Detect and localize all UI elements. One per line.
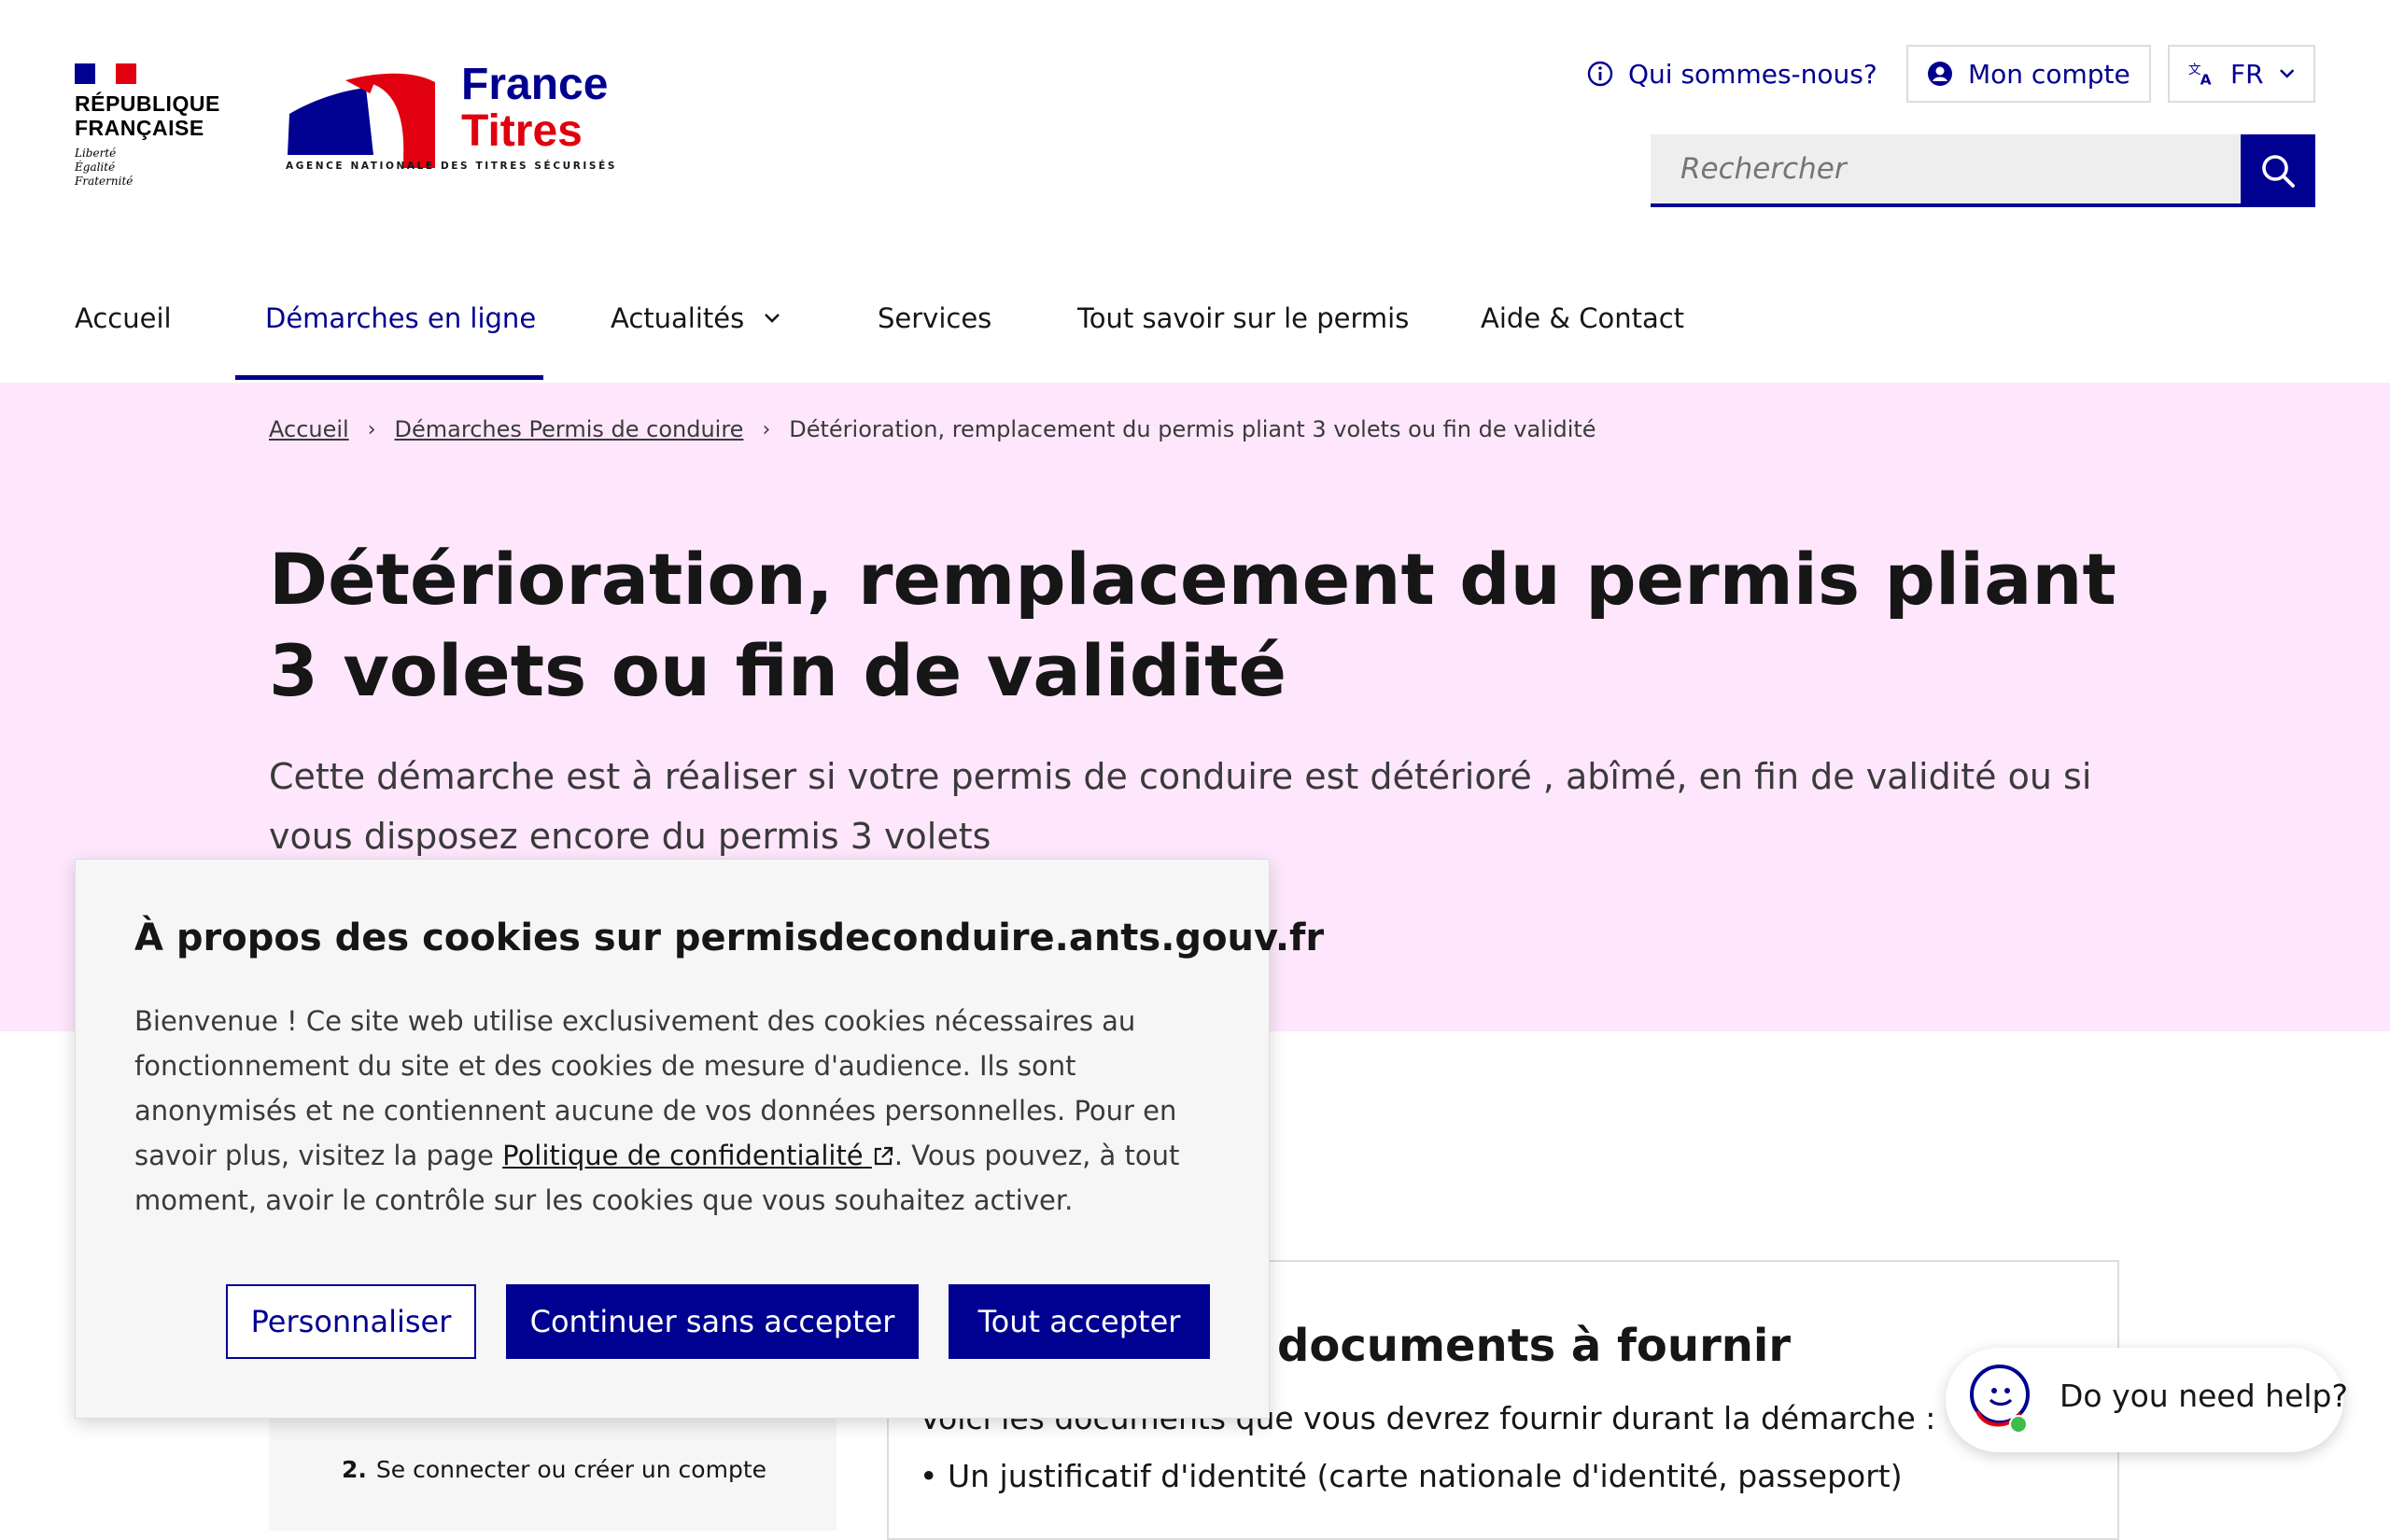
customize-cookies-button[interactable]: Personnaliser <box>226 1284 476 1359</box>
step-number: 2. <box>342 1456 367 1483</box>
republic-motto: Liberté Égalité Fraternité <box>75 147 133 189</box>
nav-item-services[interactable]: Services <box>878 254 991 383</box>
documents-list-item: • Un justificatif d'identité (carte nati… <box>920 1458 1903 1494</box>
republique-francaise-logo[interactable]: RÉPUBLIQUE FRANÇAISE <box>75 91 220 140</box>
motto-liberte: Liberté <box>75 147 117 160</box>
brand-line-titres: Titres <box>461 106 583 156</box>
search-field <box>1651 134 2315 207</box>
about-link[interactable]: Qui sommes-nous? <box>1587 45 1877 103</box>
search-icon <box>2262 155 2295 188</box>
info-icon <box>1587 61 1613 87</box>
continue-without-accepting-button[interactable]: Continuer sans accepter <box>506 1284 919 1359</box>
nav-item-actualites[interactable]: Actualités <box>611 254 781 383</box>
francaise-line: FRANÇAISE <box>75 116 204 140</box>
nav-item-tout-savoir[interactable]: Tout savoir sur le permis <box>1077 254 1409 383</box>
marianne-logo-icon <box>75 63 136 84</box>
breadcrumb-current: Détérioration, remplacement du permis pl… <box>789 416 1596 442</box>
page-title: Détérioration, remplacement du permis pl… <box>269 538 2116 712</box>
documents-list-item-label: Un justificatif d'identité (carte nation… <box>947 1458 1903 1494</box>
agency-tagline: AGENCE NATIONALE DES TITRES SÉCURISÉS <box>286 161 618 172</box>
user-icon <box>1928 62 1952 86</box>
language-selector-label: FR <box>2230 58 2264 90</box>
chevron-right-icon: › <box>762 417 771 441</box>
account-button-label: Mon compte <box>1968 58 2130 90</box>
search-input[interactable] <box>1651 134 2222 203</box>
nav-item-aide-contact[interactable]: Aide & Contact <box>1481 254 1684 383</box>
step-item[interactable]: 2. Se connecter ou créer un compte <box>342 1456 766 1483</box>
translate-icon: 文 A <box>2188 63 2212 87</box>
language-selector[interactable]: 文 A FR <box>2168 45 2315 103</box>
chevron-down-icon <box>2279 69 2294 78</box>
search-button[interactable] <box>2241 134 2315 207</box>
motto-fraternite: Fraternité <box>75 175 134 188</box>
step-label: Se connecter ou créer un compte <box>375 1456 766 1483</box>
cookie-dialog-text: Bienvenue ! Ce site web utilise exclusiv… <box>134 999 1227 1223</box>
external-link-icon <box>874 1146 893 1166</box>
nav-item-actualites-label: Actualités <box>611 302 745 334</box>
svg-text:A: A <box>2200 72 2212 87</box>
nav-item-accueil[interactable]: Accueil <box>75 254 172 383</box>
nav-item-demarches-en-ligne[interactable]: Démarches en ligne <box>265 254 536 383</box>
breadcrumb-link-demarches[interactable]: Démarches Permis de conduire <box>395 416 744 442</box>
help-chat-label: Do you need help? <box>2060 1378 2349 1414</box>
chevron-right-icon: › <box>367 417 376 441</box>
chevron-down-icon <box>765 314 780 323</box>
chat-bot-icon <box>1970 1365 2030 1434</box>
breadcrumb: Accueil › Démarches Permis de conduire ›… <box>269 416 1596 442</box>
republique-line: RÉPUBLIQUE <box>75 91 220 116</box>
nav-active-indicator <box>235 375 543 380</box>
brand-name: France Titres <box>461 62 608 155</box>
motto-egalite: Égalité <box>75 161 116 174</box>
breadcrumb-link-accueil[interactable]: Accueil <box>269 416 349 442</box>
page-lead: Cette démarche est à réaliser si votre p… <box>269 756 2092 857</box>
privacy-policy-link[interactable]: Politique de confidentialité <box>502 1140 894 1171</box>
about-link-label: Qui sommes-nous? <box>1628 58 1877 90</box>
france-titres-logo-icon[interactable] <box>280 65 439 175</box>
accept-all-button[interactable]: Tout accepter <box>949 1284 1210 1359</box>
account-button[interactable]: Mon compte <box>1906 45 2151 103</box>
brand-line-france: France <box>461 60 609 109</box>
cookie-dialog-title: À propos des cookies sur permisdeconduir… <box>134 917 1325 959</box>
privacy-policy-link-label: Politique de confidentialité <box>502 1140 864 1171</box>
documents-title: documents à fournir <box>1277 1320 1792 1372</box>
